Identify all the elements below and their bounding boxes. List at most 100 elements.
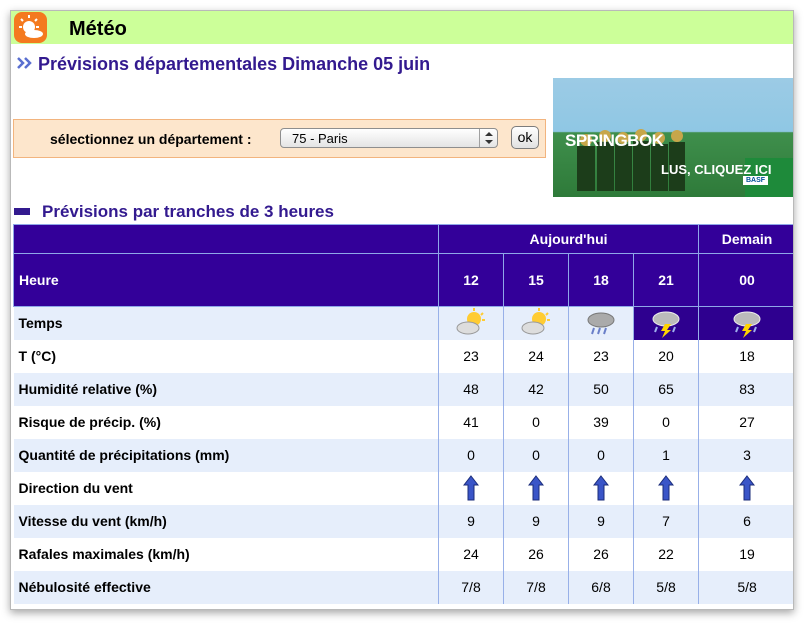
day-tomorrow: Demain [698, 224, 793, 254]
header-empty [13, 224, 439, 254]
hour-label: Heure [13, 253, 439, 307]
table-row: Vitesse du vent (km/h) 9 9 9 7 6 [13, 504, 793, 538]
value-cell: 18 [698, 339, 793, 373]
row-label: Temps [13, 306, 439, 340]
partly-sunny-icon [519, 308, 553, 338]
table-row: Direction du vent [13, 471, 793, 505]
weather-cell [698, 306, 793, 340]
weather-cell [503, 306, 569, 340]
value-cell: 1 [632, 438, 700, 472]
hour-cell: 21 [632, 253, 700, 307]
department-selector: sélectionnez un département : 75 - Paris… [13, 119, 546, 158]
value-cell: 7/8 [438, 570, 504, 604]
north-arrow-icon [657, 475, 675, 501]
value-cell: 0 [503, 438, 569, 472]
hour-cell: 00 [698, 253, 793, 307]
value-cell: 23 [438, 339, 504, 373]
value-cell: 26 [503, 537, 569, 571]
hour-cell: 12 [438, 253, 504, 307]
wind-cell [632, 471, 700, 505]
storm-cloud-icon [730, 308, 764, 339]
row-label: Humidité relative (%) [13, 372, 439, 406]
table-row: T (°C) 23 24 23 20 18 [13, 339, 793, 373]
day-today: Aujourd'hui [437, 224, 700, 254]
value-cell: 42 [503, 372, 569, 406]
value-cell: 0 [632, 405, 700, 439]
value-cell: 48 [438, 372, 504, 406]
value-cell: 26 [568, 537, 634, 571]
north-arrow-icon [592, 475, 610, 501]
hour-cell: 15 [503, 253, 569, 307]
value-cell: 6/8 [568, 570, 634, 604]
value-cell: 5/8 [698, 570, 793, 604]
value-cell: 83 [698, 372, 793, 406]
row-label: Risque de précip. (%) [13, 405, 439, 439]
page-title: Météo [69, 18, 127, 40]
ad-cta: LUS, CLIQUEZ ICI [661, 162, 772, 177]
value-cell: 0 [503, 405, 569, 439]
value-cell: 24 [438, 537, 504, 571]
header-bar: Météo [11, 11, 793, 44]
value-cell: 9 [568, 504, 634, 538]
north-arrow-icon [527, 475, 545, 501]
double-chevron-icon [16, 54, 34, 75]
value-cell: 24 [503, 339, 569, 373]
value-cell: 7 [632, 504, 700, 538]
partly-sunny-icon [454, 308, 488, 338]
department-select[interactable]: 75 - Paris [280, 128, 498, 148]
value-cell: 7/8 [503, 570, 569, 604]
row-label: Direction du vent [13, 471, 439, 505]
row-label: Rafales maximales (km/h) [13, 537, 439, 571]
value-cell: 27 [698, 405, 793, 439]
value-cell: 23 [568, 339, 634, 373]
wind-cell [698, 471, 793, 505]
ad-banner[interactable]: SPRINGBOK LUS, CLIQUEZ ICI BASF [553, 78, 793, 197]
value-cell: 22 [632, 537, 700, 571]
value-cell: 65 [632, 372, 700, 406]
subtitle-text: Prévisions départementales Dimanche 05 j… [38, 54, 431, 74]
ok-button[interactable]: ok [511, 126, 539, 149]
wind-cell [503, 471, 569, 505]
forecast-table: Aujourd'hui Demain Heure 12 15 18 21 00 … [13, 224, 793, 604]
value-cell: 9 [503, 504, 569, 538]
table-row: Humidité relative (%) 48 42 50 65 83 [13, 372, 793, 406]
weather-cell [568, 306, 634, 340]
subtitle: Prévisions départementales Dimanche 05 j… [16, 54, 430, 75]
sun-cloud-icon [14, 12, 47, 43]
hour-cell: 18 [568, 253, 634, 307]
row-label: Nébulosité effective [13, 570, 439, 604]
weather-cell [438, 306, 504, 340]
department-select-value: 75 - Paris [292, 131, 348, 146]
table-row: Nébulosité effective 7/8 7/8 6/8 5/8 5/8 [13, 570, 793, 604]
table-row: Rafales maximales (km/h) 24 26 26 22 19 [13, 537, 793, 571]
value-cell: 19 [698, 537, 793, 571]
value-cell: 5/8 [632, 570, 700, 604]
value-cell: 3 [698, 438, 793, 472]
value-cell: 20 [632, 339, 700, 373]
storm-cloud-icon [649, 308, 683, 339]
value-cell: 41 [438, 405, 504, 439]
table-row: Risque de précip. (%) 41 0 39 0 27 [13, 405, 793, 439]
section-title: Prévisions par tranches de 3 heures [14, 202, 334, 222]
wind-cell [568, 471, 634, 505]
value-cell: 0 [438, 438, 504, 472]
value-cell: 9 [438, 504, 504, 538]
table-row: Temps [13, 306, 793, 340]
rain-cloud-icon [584, 308, 618, 338]
north-arrow-icon [462, 475, 480, 501]
value-cell: 39 [568, 405, 634, 439]
select-arrows-icon [479, 129, 497, 147]
department-label: sélectionnez un département : [50, 131, 252, 147]
value-cell: 50 [568, 372, 634, 406]
section-title-text: Prévisions par tranches de 3 heures [42, 202, 334, 221]
section-bullet-icon [14, 208, 30, 216]
row-label: Vitesse du vent (km/h) [13, 504, 439, 538]
ad-brand: SPRINGBOK [565, 131, 664, 150]
value-cell: 0 [568, 438, 634, 472]
weather-cell [632, 306, 700, 340]
value-cell: 6 [698, 504, 793, 538]
row-label: T (°C) [13, 339, 439, 373]
basf-logo: BASF [743, 176, 769, 185]
wind-cell [438, 471, 504, 505]
table-row: Quantité de précipitations (mm) 0 0 0 1 … [13, 438, 793, 472]
